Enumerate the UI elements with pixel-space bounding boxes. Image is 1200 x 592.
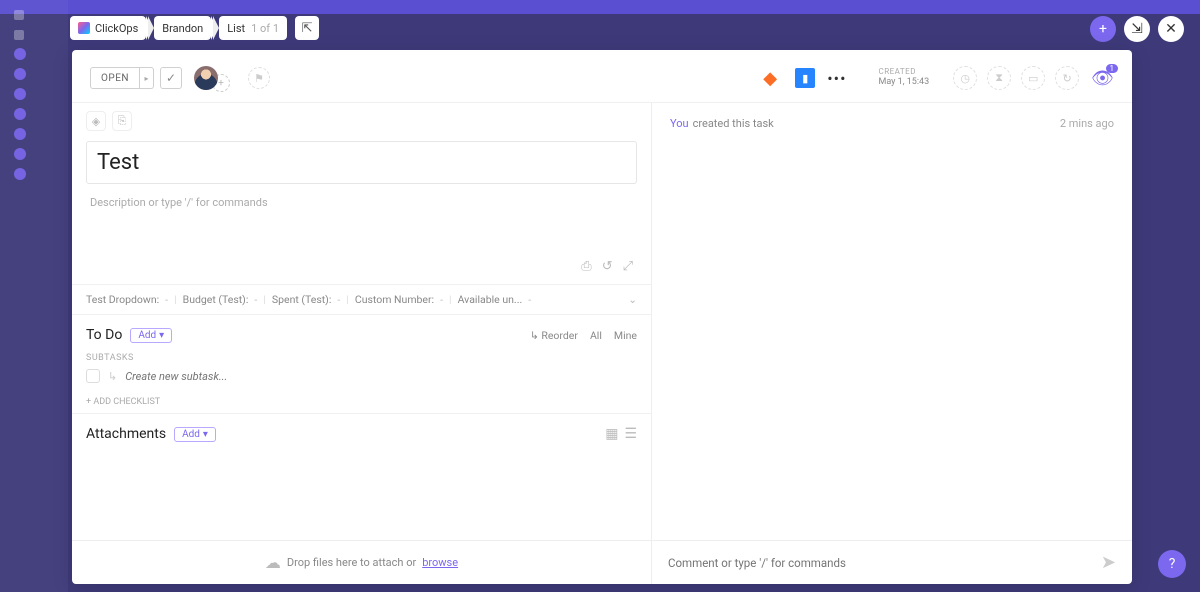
subtasks-label: SUBTASKS [86, 353, 637, 363]
new-task-button[interactable]: + [1090, 16, 1116, 42]
help-fab[interactable]: ? [1158, 550, 1186, 578]
expand-icon[interactable]: ⤢ [623, 259, 633, 274]
custom-fields-row: Test Dropdown: - | Budget (Test): - | Sp… [72, 284, 651, 315]
history-icon[interactable]: ↺ [602, 259, 613, 274]
list-view-icon[interactable]: ☰ [624, 426, 637, 442]
gitlab-icon[interactable]: ◆ [763, 68, 783, 88]
status-button[interactable]: OPEN [90, 67, 140, 89]
created-meta: CREATED May 1, 15:43 [878, 67, 929, 89]
close-button[interactable]: ✕ [1158, 16, 1184, 42]
start-date-icon[interactable]: ▭ [1021, 66, 1045, 90]
share-icon[interactable]: ⇱ [295, 16, 319, 40]
print-icon[interactable]: ⎙ [581, 259, 591, 274]
subtask-branch-icon: ↳ [108, 370, 117, 383]
grid-view-icon[interactable]: ▦ [605, 426, 618, 442]
crumb-space[interactable]: ClickOps [70, 16, 146, 40]
cloud-upload-icon: ☁ [265, 553, 281, 572]
link-icon[interactable]: ⎘ [112, 111, 132, 131]
time-estimate-icon[interactable]: ◷ [953, 66, 977, 90]
task-title-input[interactable] [86, 141, 637, 184]
bitbucket-icon[interactable]: ▮ [795, 68, 815, 88]
filter-mine[interactable]: Mine [614, 329, 637, 342]
priority-flag-icon[interactable]: ⚑ [248, 67, 270, 89]
subtask-status-icon[interactable] [86, 369, 100, 383]
drop-zone[interactable]: ☁ Drop files here to attach or browse [72, 541, 652, 584]
comment-input[interactable] [668, 556, 1101, 570]
more-menu-button[interactable]: ••• [827, 69, 846, 88]
tag-icon[interactable]: ◈ [86, 111, 106, 131]
complete-button[interactable]: ✓ [160, 67, 182, 89]
open-new-window-button[interactable]: ⇲ [1124, 16, 1150, 42]
crumb-folder[interactable]: Brandon [154, 16, 211, 40]
custom-fields-toggle[interactable]: ⌄ [628, 293, 637, 306]
browse-link[interactable]: browse [422, 556, 458, 569]
filter-all[interactable]: All [590, 329, 602, 342]
add-checklist-button[interactable]: + ADD CHECKLIST [86, 397, 637, 407]
create-subtask-input[interactable] [125, 370, 637, 383]
task-modal: OPEN ▸ ✓ + ⚑ ◆ ▮ ••• CREATED May 1, 15:4… [72, 50, 1132, 584]
task-description-input[interactable] [86, 190, 637, 215]
due-date-icon[interactable]: ↻ [1055, 66, 1079, 90]
breadcrumb: ClickOps Brandon List1 of 1 ⇱ [70, 16, 319, 40]
time-tracked-icon[interactable]: ⧗ [987, 66, 1011, 90]
activity-entry: You created this task 2 mins ago [652, 103, 1132, 144]
status-dropdown[interactable]: ▸ [140, 67, 154, 89]
send-icon[interactable]: ➤ [1101, 552, 1116, 573]
watchers-icon[interactable]: 👁1 [1091, 68, 1114, 89]
crumb-list[interactable]: List1 of 1 [219, 16, 287, 40]
todo-add-button[interactable]: Add ▾ [130, 328, 172, 343]
reorder-button[interactable]: ↳ Reorder [530, 329, 578, 342]
todo-title: To Do [86, 327, 122, 343]
assignee-avatar[interactable] [194, 66, 218, 90]
attachments-add-button[interactable]: Add ▾ [174, 427, 216, 442]
attachments-title: Attachments [86, 426, 166, 442]
